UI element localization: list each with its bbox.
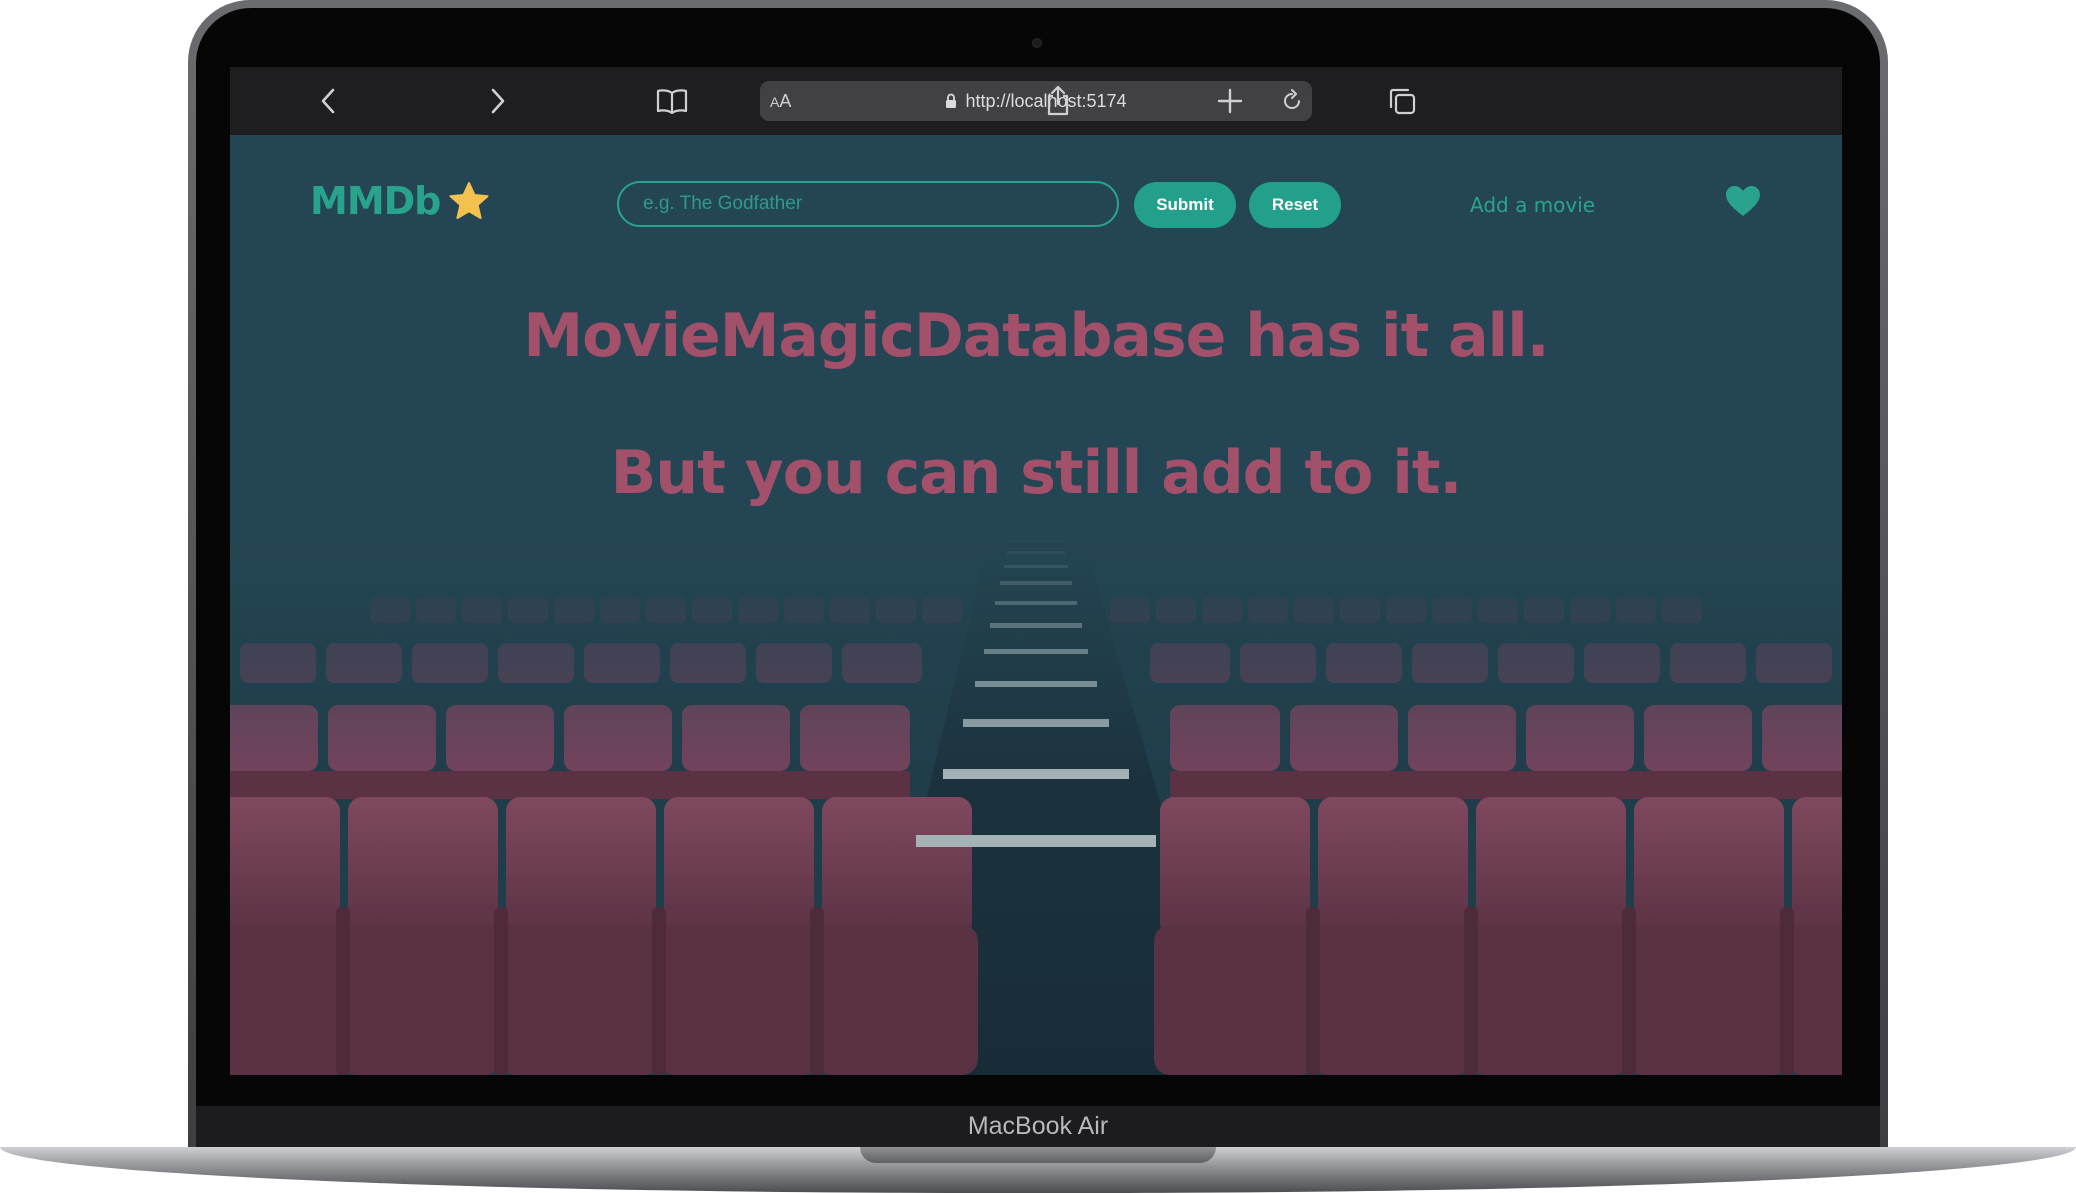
lock-icon (946, 93, 957, 108)
site-logo[interactable]: MMDb (310, 179, 490, 223)
screen: AA http://localhost:5174 MMDb e.g. The G… (230, 67, 1842, 1075)
share-icon[interactable] (1038, 81, 1078, 121)
search-input[interactable] (617, 181, 1119, 227)
web-page: MMDb Submit Reset Add a movie MovieMagic… (230, 135, 1842, 1075)
star-icon (449, 182, 489, 219)
laptop-model-label: MacBook Air (967, 1112, 1109, 1140)
laptop-hinge-notch (860, 1147, 1216, 1163)
hero-headline: MovieMagicDatabase has it all. (523, 301, 1549, 371)
chevron-right-icon[interactable] (478, 81, 518, 121)
heart-icon[interactable] (1724, 184, 1762, 222)
book-icon[interactable] (652, 81, 692, 121)
camera (1032, 38, 1042, 48)
logo-text: MMDb (310, 179, 441, 223)
cinema-seats-image (230, 535, 1842, 1075)
submit-button[interactable]: Submit (1134, 182, 1236, 228)
tabs-icon[interactable] (1382, 81, 1422, 121)
hero-subheadline: But you can still add to it. (610, 438, 1463, 508)
plus-icon[interactable] (1210, 81, 1250, 121)
add-movie-link[interactable]: Add a movie (1470, 193, 1595, 217)
chevron-left-icon[interactable] (308, 81, 348, 121)
reset-button[interactable]: Reset (1249, 182, 1341, 228)
reload-icon[interactable] (1280, 89, 1304, 117)
browser-toolbar: AA http://localhost:5174 (230, 67, 1842, 135)
